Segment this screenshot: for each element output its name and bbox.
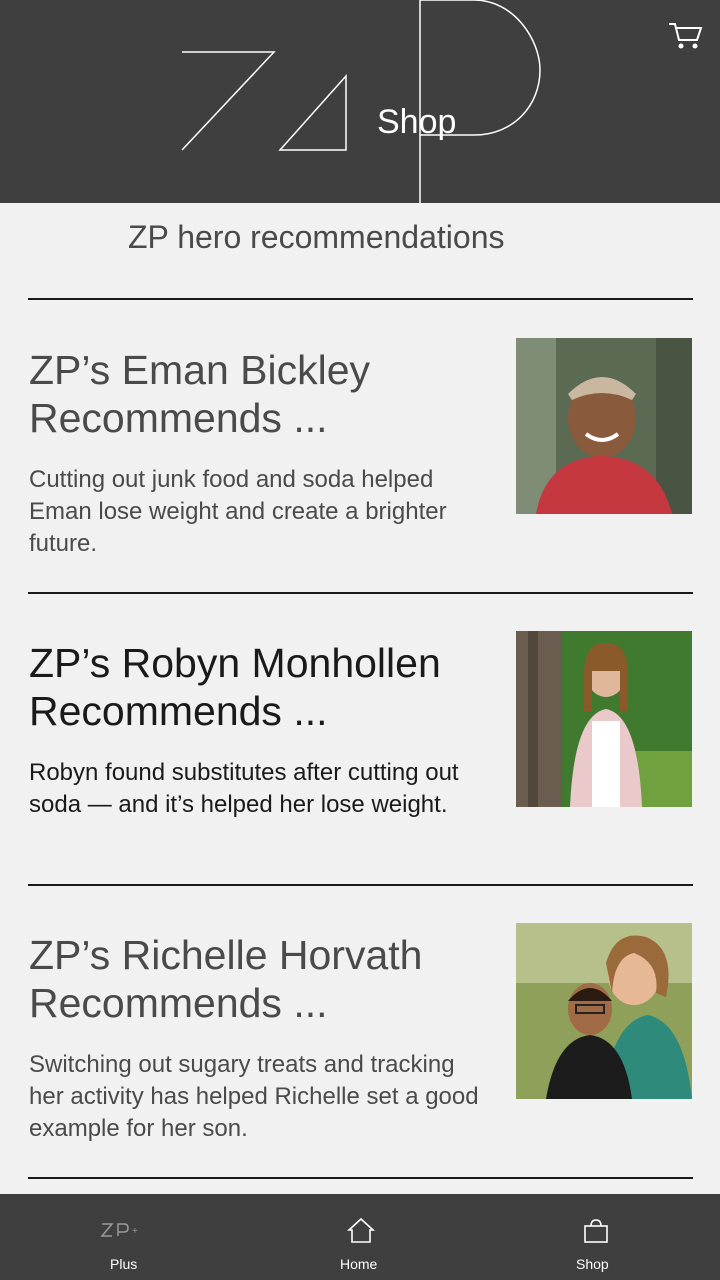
svg-text:+: + bbox=[132, 1226, 138, 1237]
recommendation-card[interactable]: ZP’s Richelle Horvath Recommends ... Swi… bbox=[0, 923, 720, 1181]
card-title[interactable]: ZP’s Robyn Monhollen Recommends ... bbox=[29, 639, 499, 735]
header-shop-label[interactable]: Shop bbox=[377, 103, 456, 141]
nav-item-plus[interactable]: + Plus bbox=[80, 1194, 180, 1280]
nav-item-home[interactable]: Home bbox=[320, 1194, 400, 1280]
divider bbox=[28, 592, 693, 594]
zp-plus-logo-icon: + bbox=[100, 1223, 138, 1237]
bottom-navigation: + Plus Home Shop bbox=[0, 1194, 720, 1280]
divider bbox=[28, 1177, 693, 1179]
recommendation-card[interactable]: ZP’s Eman Bickley Recommends ... Cutting… bbox=[0, 338, 720, 596]
recommendation-card[interactable]: ZP’s Robyn Monhollen Recommends ... Roby… bbox=[0, 631, 720, 889]
nav-label: Shop bbox=[576, 1256, 609, 1272]
divider bbox=[28, 884, 693, 886]
card-title[interactable]: ZP’s Eman Bickley Recommends ... bbox=[29, 346, 499, 442]
shopping-cart-icon[interactable] bbox=[667, 20, 703, 52]
page-subtitle: ZP hero recommendations bbox=[128, 219, 505, 255]
home-icon bbox=[346, 1217, 376, 1243]
card-photo[interactable] bbox=[516, 923, 692, 1099]
card-photo[interactable] bbox=[516, 631, 692, 807]
nav-item-shop[interactable]: Shop bbox=[560, 1194, 640, 1280]
card-description: Switching out sugary treats and tracking… bbox=[29, 1051, 479, 1142]
nav-label: Home bbox=[340, 1256, 378, 1272]
card-title[interactable]: ZP’s Richelle Horvath Recommends ... bbox=[29, 931, 499, 1027]
nav-label: Plus bbox=[110, 1256, 138, 1272]
app-header: Shop bbox=[0, 0, 720, 203]
shop-bag-icon bbox=[584, 1219, 608, 1243]
divider bbox=[28, 298, 693, 300]
zp-logo bbox=[181, 0, 541, 203]
card-description: Robyn found substitutes after cutting ou… bbox=[29, 759, 459, 818]
card-description: Cutting out junk food and soda helped Em… bbox=[29, 466, 447, 557]
card-photo[interactable] bbox=[516, 338, 692, 514]
